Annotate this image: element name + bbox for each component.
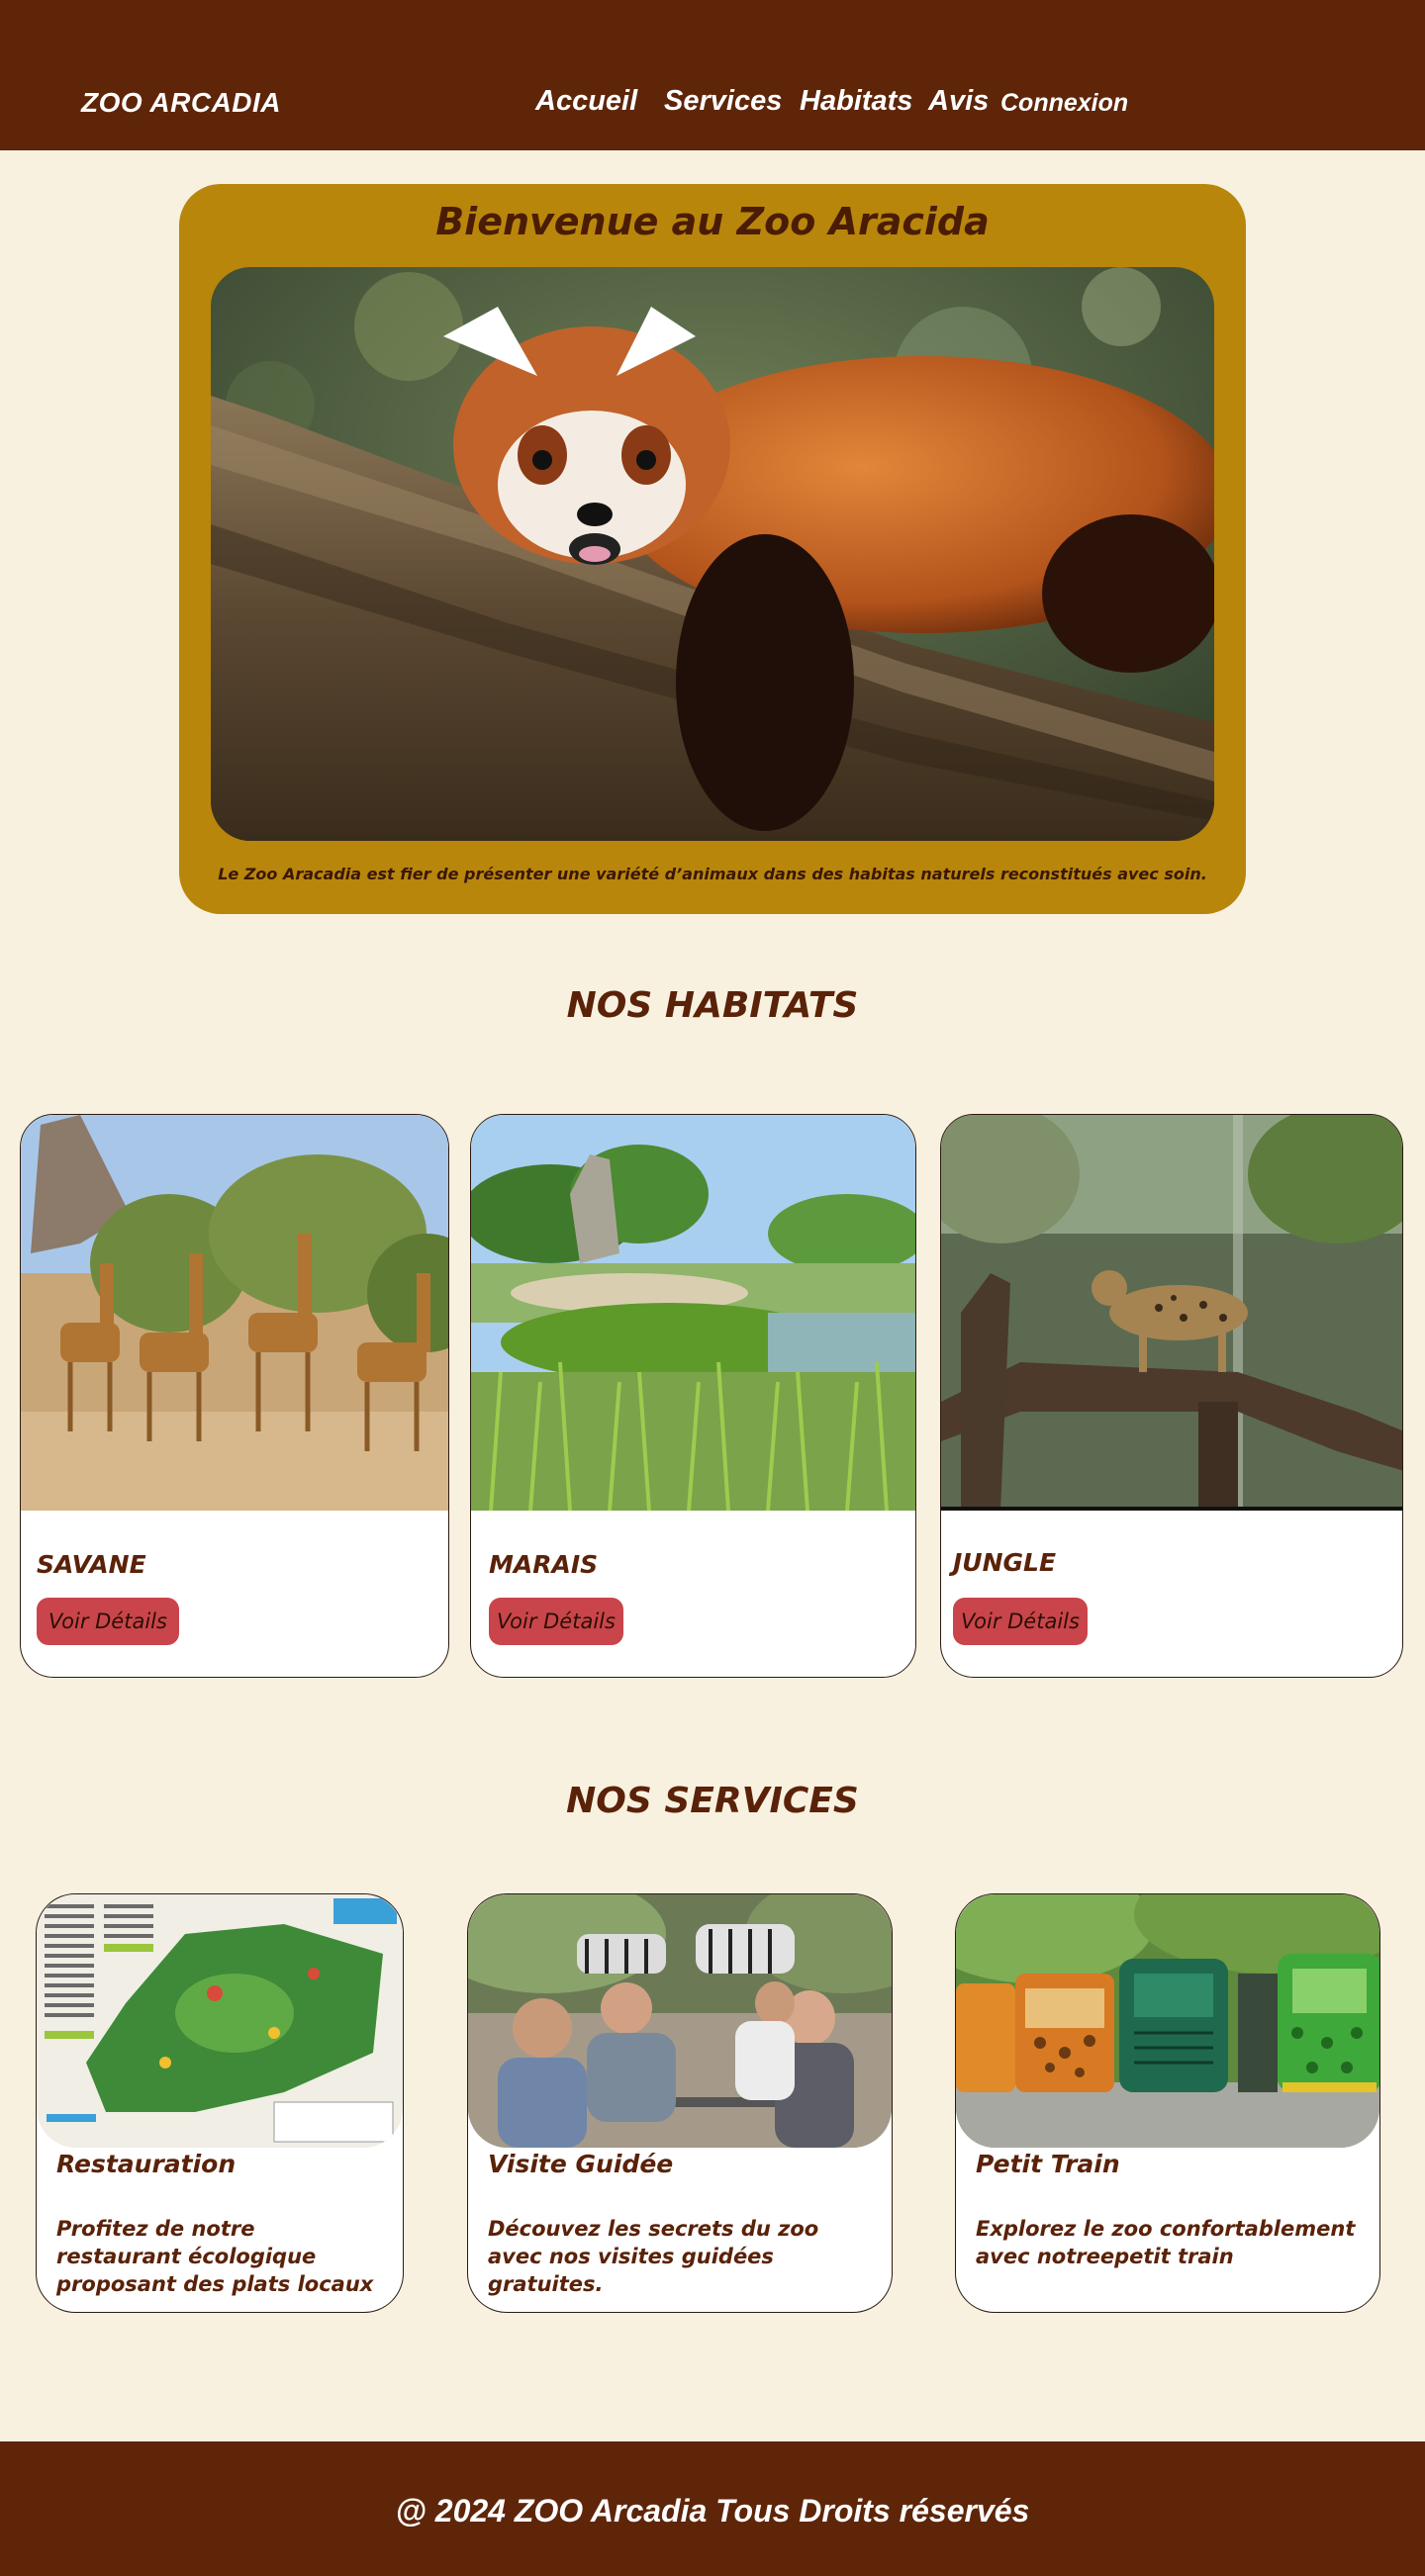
nav-habitats[interactable]: Habitats (800, 85, 912, 118)
habitat-card-jungle: JUNGLE Voir Détails (940, 1114, 1403, 1678)
habitat-card-marais: MARAIS Voir Détails (470, 1114, 916, 1678)
habitat-name: SAVANE (37, 1550, 146, 1579)
nav-services[interactable]: Services (664, 85, 782, 118)
red-panda-image (211, 267, 1214, 841)
service-description: Explorez le zoo confortablement avec not… (976, 2217, 1356, 2268)
site-header: ZOO ARCADIA Accueil Services Habitats Av… (0, 0, 1425, 150)
service-title: Visite Guidée (488, 2150, 674, 2178)
welcome-hero: Bienvenue au Zoo Aracida Le Zoo Aracadia… (179, 184, 1246, 914)
nav-connexion[interactable]: Connexion (1000, 89, 1128, 118)
site-footer: @ 2024 ZOO Arcadia Tous Droits réservés (0, 2441, 1425, 2576)
savane-image (21, 1115, 448, 1511)
service-card-visite-guidee: Visite Guidée Découvez les secrets du zo… (467, 1893, 893, 2313)
nav-avis[interactable]: Avis (928, 85, 989, 118)
nav-accueil[interactable]: Accueil (535, 85, 637, 118)
guided-visit-image (468, 1894, 892, 2148)
site-logo[interactable]: ZOO ARCADIA (81, 87, 281, 119)
service-title: Petit Train (976, 2150, 1120, 2178)
petit-train-image (956, 1894, 1379, 2148)
service-description: Profitez de notre restaurant écologique … (56, 2217, 374, 2296)
services-title: NOS SERVICES (566, 1781, 859, 1821)
voir-details-button[interactable]: Voir Détails (953, 1598, 1088, 1645)
voir-details-button[interactable]: Voir Détails (37, 1598, 179, 1645)
marais-image (471, 1115, 915, 1511)
hero-caption: Le Zoo Aracadia est fier de présenter un… (218, 865, 1207, 883)
jungle-image (941, 1115, 1402, 1511)
habitat-name: MARAIS (489, 1550, 599, 1579)
service-title: Restauration (56, 2150, 237, 2178)
habitats-title: NOS HABITATS (566, 985, 859, 1026)
hero-title: Bienvenue au Zoo Aracida (435, 200, 990, 243)
service-description: Découvez les secrets du zoo avec nos vis… (488, 2217, 819, 2296)
service-card-petit-train: Petit Train Explorez le zoo confortablem… (955, 1893, 1380, 2313)
zoo-map-image (37, 1894, 403, 2148)
habitat-card-savane: SAVANE Voir Détails (20, 1114, 449, 1678)
habitat-name: JUNGLE (953, 1548, 1057, 1577)
voir-details-button[interactable]: Voir Détails (489, 1598, 623, 1645)
copyright-text: @ 2024 ZOO Arcadia Tous Droits réservés (395, 2493, 1030, 2529)
service-card-restauration: Restauration Profitez de notre restauran… (36, 1893, 404, 2313)
